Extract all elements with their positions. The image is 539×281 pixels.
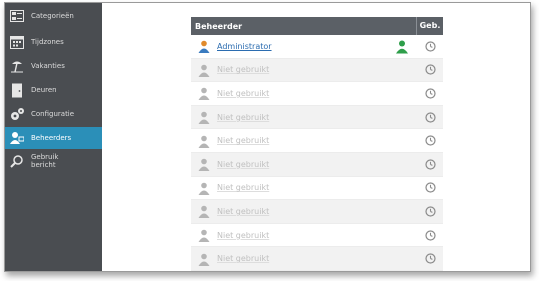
calendar-icon	[9, 34, 25, 50]
column-header-in-use[interactable]: Geb.	[416, 17, 443, 35]
administrator-name[interactable]: Niet gebruikt	[217, 89, 417, 98]
administrator-link[interactable]: Administrator	[217, 42, 395, 51]
history-icon[interactable]	[417, 159, 443, 170]
door-icon	[9, 82, 25, 98]
admin-user-icon	[9, 130, 25, 146]
administrator-name[interactable]: Niet gebruikt	[217, 113, 417, 122]
user-icon	[197, 134, 211, 148]
user-icon	[197, 252, 211, 266]
sidebar-item-doors[interactable]: Deuren	[5, 79, 102, 101]
table-row[interactable]: Niet gebruikt	[191, 200, 443, 224]
administrator-name[interactable]: Niet gebruikt	[217, 231, 417, 240]
table-row[interactable]: Niet gebruikt	[191, 152, 443, 177]
active-user-icon	[395, 39, 409, 54]
user-icon	[197, 110, 211, 125]
table-row[interactable]: Niet gebruikt	[191, 105, 443, 130]
history-icon[interactable]	[417, 229, 443, 241]
history-icon[interactable]	[417, 135, 443, 146]
administrator-name[interactable]: Niet gebruikt	[217, 207, 417, 216]
beach-icon	[9, 58, 25, 74]
administrator-name[interactable]: Niet gebruikt	[217, 136, 417, 145]
table-row[interactable]: Niet gebruikt	[191, 129, 443, 153]
sidebar-item-label: Gebruik bericht	[31, 153, 59, 169]
admin-user-icon	[197, 39, 211, 54]
administrator-name[interactable]: Niet gebruikt	[217, 65, 417, 74]
user-icon	[197, 86, 211, 101]
administrator-name[interactable]: Niet gebruikt	[217, 183, 417, 192]
history-icon[interactable]	[417, 182, 443, 193]
table-row[interactable]: Niet gebruikt	[191, 247, 443, 271]
sidebar-item-administrators[interactable]: Beheerders	[5, 127, 102, 149]
sidebar-item-label: Deuren	[31, 86, 57, 94]
user-icon	[197, 63, 211, 77]
history-icon[interactable]	[417, 253, 443, 264]
administrators-table: Beheerder Geb. Administrator Niet gebruik…	[191, 17, 443, 271]
administrator-name[interactable]: Niet gebruikt	[217, 254, 417, 263]
sidebar: Categorieën Tijdzones Vakanties Deuren C…	[5, 3, 102, 271]
table-row[interactable]: Niet gebruikt	[191, 223, 443, 248]
sidebar-item-timezones[interactable]: Tijdzones	[5, 31, 102, 53]
sidebar-item-label: Configuratie	[31, 110, 75, 118]
history-icon[interactable]	[417, 206, 443, 217]
table-row[interactable]: Niet gebruikt	[191, 82, 443, 106]
sidebar-item-label: Beheerders	[31, 134, 72, 142]
history-icon[interactable]	[417, 41, 443, 52]
sidebar-item-categories[interactable]: Categorieën	[5, 5, 102, 27]
sidebar-item-label: Tijdzones	[31, 38, 64, 46]
administrator-name[interactable]: Niet gebruikt	[217, 160, 417, 169]
gears-icon	[9, 106, 25, 122]
table-header: Beheerder Geb.	[191, 17, 443, 35]
app-window: Categorieën Tijdzones Vakanties Deuren C…	[4, 2, 531, 272]
user-icon	[197, 181, 211, 195]
categories-icon	[9, 8, 25, 24]
sidebar-item-usage-report[interactable]: Gebruik bericht	[5, 151, 102, 181]
user-icon	[197, 228, 211, 243]
sidebar-item-configuration[interactable]: Configuratie	[5, 103, 102, 125]
history-icon[interactable]	[417, 88, 443, 99]
table-body: Administrator Niet gebruikt Niet gebruikt N…	[191, 35, 443, 271]
main-content: Beheerder Geb. Administrator Niet gebruik…	[102, 3, 530, 271]
table-row[interactable]: Niet gebruikt	[191, 176, 443, 201]
sidebar-item-holidays[interactable]: Vakanties	[5, 55, 102, 77]
table-row[interactable]: Administrator	[191, 35, 443, 59]
search-icon	[9, 153, 25, 169]
table-row[interactable]: Niet gebruikt	[191, 58, 443, 83]
sidebar-item-label: Vakanties	[31, 62, 65, 70]
column-header-administrator[interactable]: Beheerder	[191, 22, 416, 31]
sidebar-item-label: Categorieën	[31, 12, 74, 20]
history-icon[interactable]	[417, 111, 443, 123]
user-icon	[197, 204, 211, 219]
history-icon[interactable]	[417, 64, 443, 75]
user-icon	[197, 157, 211, 172]
